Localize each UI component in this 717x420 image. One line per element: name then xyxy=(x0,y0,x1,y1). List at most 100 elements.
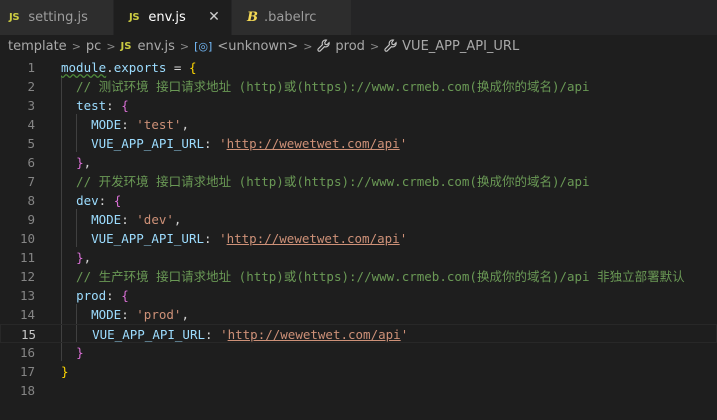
code-line[interactable]: 16 } xyxy=(0,343,717,362)
line-number: 11 xyxy=(19,250,35,265)
code-line[interactable]: 8 dev: { xyxy=(0,191,717,210)
chevron-right-icon: > xyxy=(369,39,380,53)
code-token: ' xyxy=(219,231,227,246)
code-token: VUE_APP_API_URL xyxy=(92,327,205,342)
line-number: 8 xyxy=(27,193,35,208)
code-token: } xyxy=(76,155,84,170)
code-token: prod xyxy=(76,288,107,303)
code-text: module.exports = { xyxy=(61,58,196,77)
code-token: : xyxy=(204,231,220,246)
line-number: 15 xyxy=(20,327,36,342)
code-token: , xyxy=(181,117,189,132)
code-token: = xyxy=(166,60,189,75)
code-text: }, xyxy=(61,153,91,172)
code-token: : xyxy=(121,212,137,227)
code-token: . xyxy=(106,60,114,75)
code-line[interactable]: 5 VUE_APP_API_URL: 'http://wewetwet.com/… xyxy=(0,134,717,153)
chevron-right-icon: > xyxy=(106,39,116,53)
code-token: http://wewetwet.com/api xyxy=(227,327,401,342)
wrench-icon xyxy=(317,39,331,53)
js-file-icon: JS xyxy=(9,12,20,23)
code-line[interactable]: 10 VUE_APP_API_URL: 'http://wewetwet.com… xyxy=(0,229,717,248)
babel-file-icon: B xyxy=(247,10,258,25)
variable-symbol-icon: [◎] xyxy=(194,39,213,53)
code-text: MODE: 'dev', xyxy=(61,210,181,229)
code-line[interactable]: 15 VUE_APP_API_URL: 'http://wewetwet.com… xyxy=(0,324,717,343)
code-line[interactable]: 12 // 生产环境 接口请求地址 (http)或(https)://www.c… xyxy=(0,267,717,286)
tab-bar: JS setting.js JS env.js ✕ B .babelrc xyxy=(0,0,717,35)
code-token: : xyxy=(204,136,220,151)
code-token: { xyxy=(121,98,129,113)
code-text: dev: { xyxy=(61,191,121,210)
code-line[interactable]: 18 xyxy=(0,381,717,400)
code-token: exports xyxy=(113,60,167,75)
line-number: 12 xyxy=(19,269,35,284)
code-line[interactable]: 17} xyxy=(0,362,717,381)
code-editor[interactable]: 1 module.exports = {2 // 测试环境 接口请求地址 (htt… xyxy=(0,57,717,420)
code-token: http://wewetwet.com/api xyxy=(226,136,400,151)
js-file-icon: JS xyxy=(129,12,140,23)
code-token: { xyxy=(121,288,129,303)
code-line[interactable]: 4 MODE: 'test', xyxy=(0,115,717,134)
line-number: 17 xyxy=(19,364,35,379)
code-line[interactable]: 1 module.exports = { xyxy=(0,58,717,77)
chevron-right-icon: > xyxy=(303,39,313,53)
tab-label: env.js xyxy=(148,10,186,25)
code-token: module xyxy=(61,60,107,75)
code-text: MODE: 'test', xyxy=(61,115,189,134)
code-token: { xyxy=(188,60,197,75)
code-line[interactable]: 7 // 开发环境 接口请求地址 (http)或(https)://www.cr… xyxy=(0,172,717,191)
code-token: { xyxy=(113,193,122,208)
code-token: 'dev' xyxy=(136,212,174,227)
chevron-right-icon: > xyxy=(179,39,190,53)
line-number: 18 xyxy=(19,383,35,398)
code-token: MODE xyxy=(91,117,122,132)
code-token: test xyxy=(76,98,107,113)
code-text: } xyxy=(61,343,84,362)
code-token: ' xyxy=(399,231,408,246)
code-token: ' xyxy=(400,327,409,342)
code-line[interactable]: 14 MODE: 'prod', xyxy=(0,305,717,324)
tab-setting-js[interactable]: JS setting.js xyxy=(0,0,114,35)
code-token: : xyxy=(98,193,114,208)
line-number: 10 xyxy=(19,231,35,246)
breadcrumb-item-pc[interactable]: pc xyxy=(86,39,101,54)
code-token: MODE xyxy=(91,307,122,322)
code-line[interactable]: 11 }, xyxy=(0,248,717,267)
code-text: VUE_APP_API_URL: 'http://wewetwet.com/ap… xyxy=(61,229,407,248)
code-token: ' xyxy=(220,327,228,342)
code-line[interactable]: 6 }, xyxy=(0,153,717,172)
code-line[interactable]: 13 prod: { xyxy=(0,286,717,305)
chevron-right-icon: > xyxy=(71,39,81,53)
code-line[interactable]: 3 test: { xyxy=(0,96,717,115)
tab-babelrc[interactable]: B .babelrc xyxy=(232,0,352,35)
code-text: } xyxy=(61,362,69,381)
code-text: VUE_APP_API_URL: 'http://wewetwet.com/ap… xyxy=(62,325,408,344)
breadcrumb-item-file[interactable]: env.js xyxy=(137,39,174,54)
breadcrumb-item-template[interactable]: template xyxy=(8,39,67,54)
code-token: : xyxy=(205,327,221,342)
line-number: 4 xyxy=(27,117,35,132)
code-line[interactable]: 2 // 测试环境 接口请求地址 (http)或(https)://www.cr… xyxy=(0,77,717,96)
code-text: test: { xyxy=(61,96,129,115)
code-token: } xyxy=(76,345,84,360)
breadcrumb-item-api-url[interactable]: VUE_APP_API_URL xyxy=(402,39,519,54)
breadcrumb-item-symbol[interactable]: <unknown> xyxy=(217,39,298,54)
close-icon[interactable]: ✕ xyxy=(206,9,222,25)
tab-label: .babelrc xyxy=(264,10,317,25)
breadcrumb-item-prod[interactable]: prod xyxy=(335,39,365,54)
code-token: http://wewetwet.com/api xyxy=(226,231,400,246)
code-line[interactable]: 9 MODE: 'dev', xyxy=(0,210,717,229)
code-token: // 开发环境 接口请求地址 (http)或(https)://www.crme… xyxy=(61,174,590,189)
tab-env-js[interactable]: JS env.js ✕ xyxy=(114,0,232,35)
code-token: // 测试环境 接口请求地址 (http)或(https)://www.crme… xyxy=(61,79,590,94)
line-number: 2 xyxy=(27,79,35,94)
code-text: prod: { xyxy=(61,286,129,305)
